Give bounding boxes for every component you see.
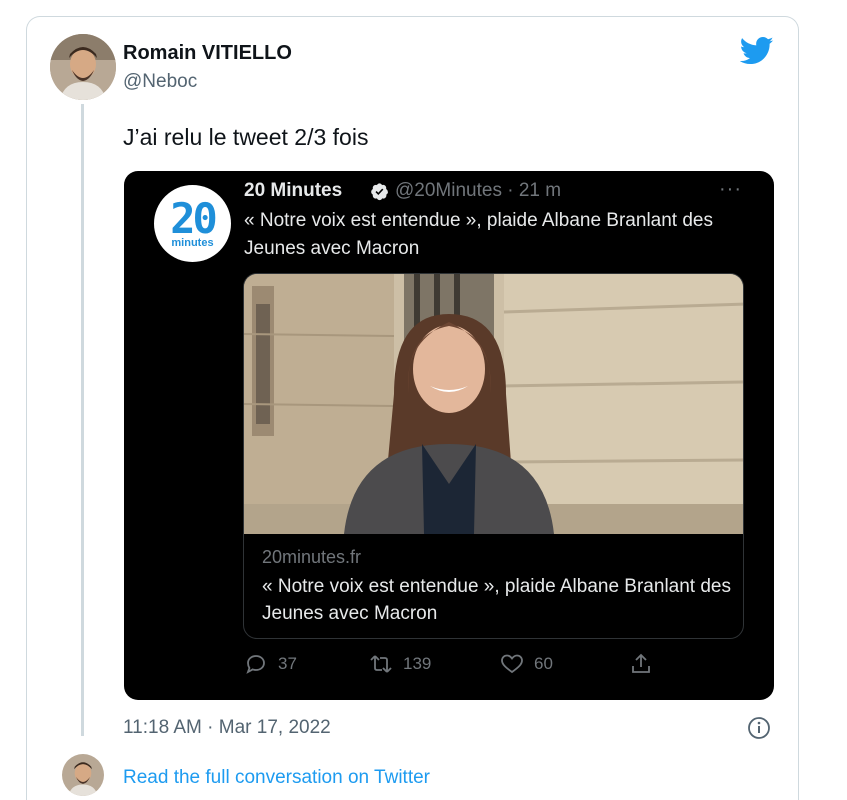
action-bar: 37 139 60 bbox=[244, 649, 764, 679]
link-card[interactable]: 20minutes.fr « Notre voix est entendue »… bbox=[243, 273, 744, 639]
share-icon bbox=[632, 653, 650, 673]
share-button[interactable] bbox=[629, 649, 653, 679]
like-icon bbox=[501, 654, 523, 674]
embedded-author-name[interactable]: 20 Minutes bbox=[244, 180, 342, 202]
embedded-text: « Notre voix est entendue », plaide Alba… bbox=[244, 210, 713, 259]
link-domain: 20minutes.fr bbox=[262, 547, 362, 567]
thread-line bbox=[81, 104, 84, 736]
avatar-number: 20 bbox=[170, 194, 218, 243]
author-handle[interactable]: @Neboc bbox=[123, 71, 197, 93]
article-photo[interactable] bbox=[244, 274, 743, 534]
tweet-text: J’ai relu le tweet 2/3 fois bbox=[123, 124, 369, 150]
like-count: 60 bbox=[534, 654, 553, 673]
embedded-meta[interactable]: @20Minutes · 21 m bbox=[395, 180, 561, 202]
embedded-avatar[interactable]: 20 minutes bbox=[154, 185, 231, 262]
retweet-icon bbox=[370, 655, 392, 673]
tweet-timestamp[interactable]: 11:18 AM · Mar 17, 2022 bbox=[123, 717, 331, 739]
reply-icon bbox=[246, 655, 265, 674]
author-avatar-small[interactable] bbox=[62, 754, 104, 796]
author-name[interactable]: Romain VITIELLO bbox=[123, 42, 292, 65]
twitter-bird-icon[interactable] bbox=[740, 36, 774, 66]
avatar-label: minutes bbox=[171, 237, 214, 249]
verified-badge-icon bbox=[371, 183, 388, 201]
reply-count: 37 bbox=[278, 654, 297, 673]
link-title: « Notre voix est entendue », plaide Alba… bbox=[262, 576, 731, 624]
like-button[interactable]: 60 bbox=[500, 649, 553, 679]
embedded-tweet[interactable]: 20 minutes 20 Minutes @20Minutes · 21 m … bbox=[124, 171, 774, 700]
read-conversation-link[interactable]: Read the full conversation on Twitter bbox=[123, 767, 430, 789]
author-avatar[interactable] bbox=[50, 34, 116, 100]
retweet-button[interactable]: 139 bbox=[369, 649, 431, 679]
more-icon[interactable]: ··· bbox=[719, 178, 742, 201]
info-icon[interactable] bbox=[747, 716, 771, 740]
reply-button[interactable]: 37 bbox=[244, 649, 297, 679]
retweet-count: 139 bbox=[403, 654, 432, 673]
